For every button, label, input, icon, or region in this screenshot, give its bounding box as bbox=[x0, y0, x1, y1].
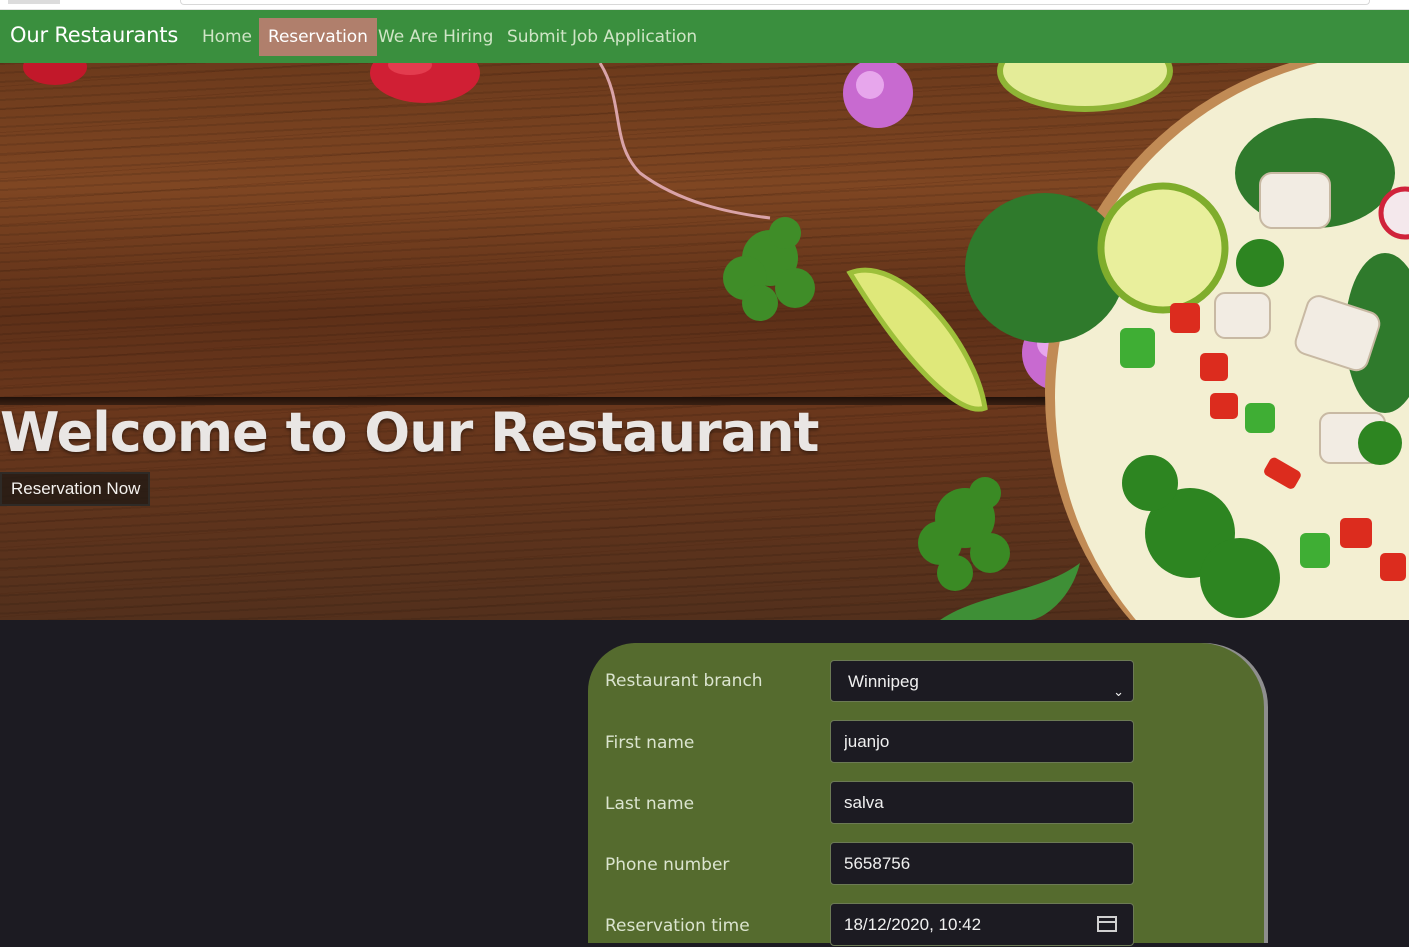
nav-link-reservation[interactable]: Reservation bbox=[259, 18, 377, 56]
hero-banner: Welcome to Our Restaurant Reservation No… bbox=[0, 63, 1409, 620]
reservation-now-button[interactable]: Reservation Now bbox=[0, 472, 151, 506]
branch-selected-value: Winnipeg bbox=[848, 672, 919, 691]
branch-row: Restaurant branch Winnipeg ⌄ bbox=[588, 660, 1264, 704]
browser-address-bar-edge bbox=[180, 0, 1370, 5]
last-name-input[interactable] bbox=[830, 781, 1134, 824]
phone-input[interactable] bbox=[830, 842, 1134, 885]
reservation-form: Restaurant branch Winnipeg ⌄ First name … bbox=[588, 643, 1264, 946]
nav-link-job-application[interactable]: Submit Job Application bbox=[498, 18, 706, 56]
last-name-label: Last name bbox=[605, 794, 695, 814]
chevron-down-icon: ⌄ bbox=[1113, 684, 1124, 699]
brand-link[interactable]: Our Restaurants bbox=[10, 23, 178, 47]
branch-label: Restaurant branch bbox=[605, 671, 763, 691]
phone-label: Phone number bbox=[605, 855, 730, 875]
hero-title: Welcome to Our Restaurant bbox=[0, 401, 819, 464]
calendar-icon[interactable] bbox=[1097, 916, 1117, 932]
first-name-input[interactable] bbox=[830, 720, 1134, 763]
nav-link-hiring[interactable]: We Are Hiring bbox=[369, 18, 502, 56]
browser-top-strip bbox=[0, 0, 1409, 10]
first-name-row: First name bbox=[588, 720, 1264, 764]
time-label: Reservation time bbox=[605, 916, 750, 936]
time-row: Reservation time 18/12/2020, 10:42 bbox=[588, 903, 1264, 947]
first-name-label: First name bbox=[605, 733, 695, 753]
browser-tab-edge bbox=[8, 0, 60, 4]
last-name-row: Last name bbox=[588, 781, 1264, 825]
hero-food-illustration bbox=[23, 63, 1409, 620]
phone-row: Phone number bbox=[588, 842, 1264, 886]
time-value: 18/12/2020, 10:42 bbox=[844, 915, 982, 934]
nav-link-home[interactable]: Home bbox=[193, 18, 261, 56]
branch-select[interactable]: Winnipeg ⌄ bbox=[830, 660, 1134, 702]
navbar: Our Restaurants Home Reservation We Are … bbox=[0, 10, 1409, 63]
time-input[interactable]: 18/12/2020, 10:42 bbox=[830, 903, 1134, 946]
